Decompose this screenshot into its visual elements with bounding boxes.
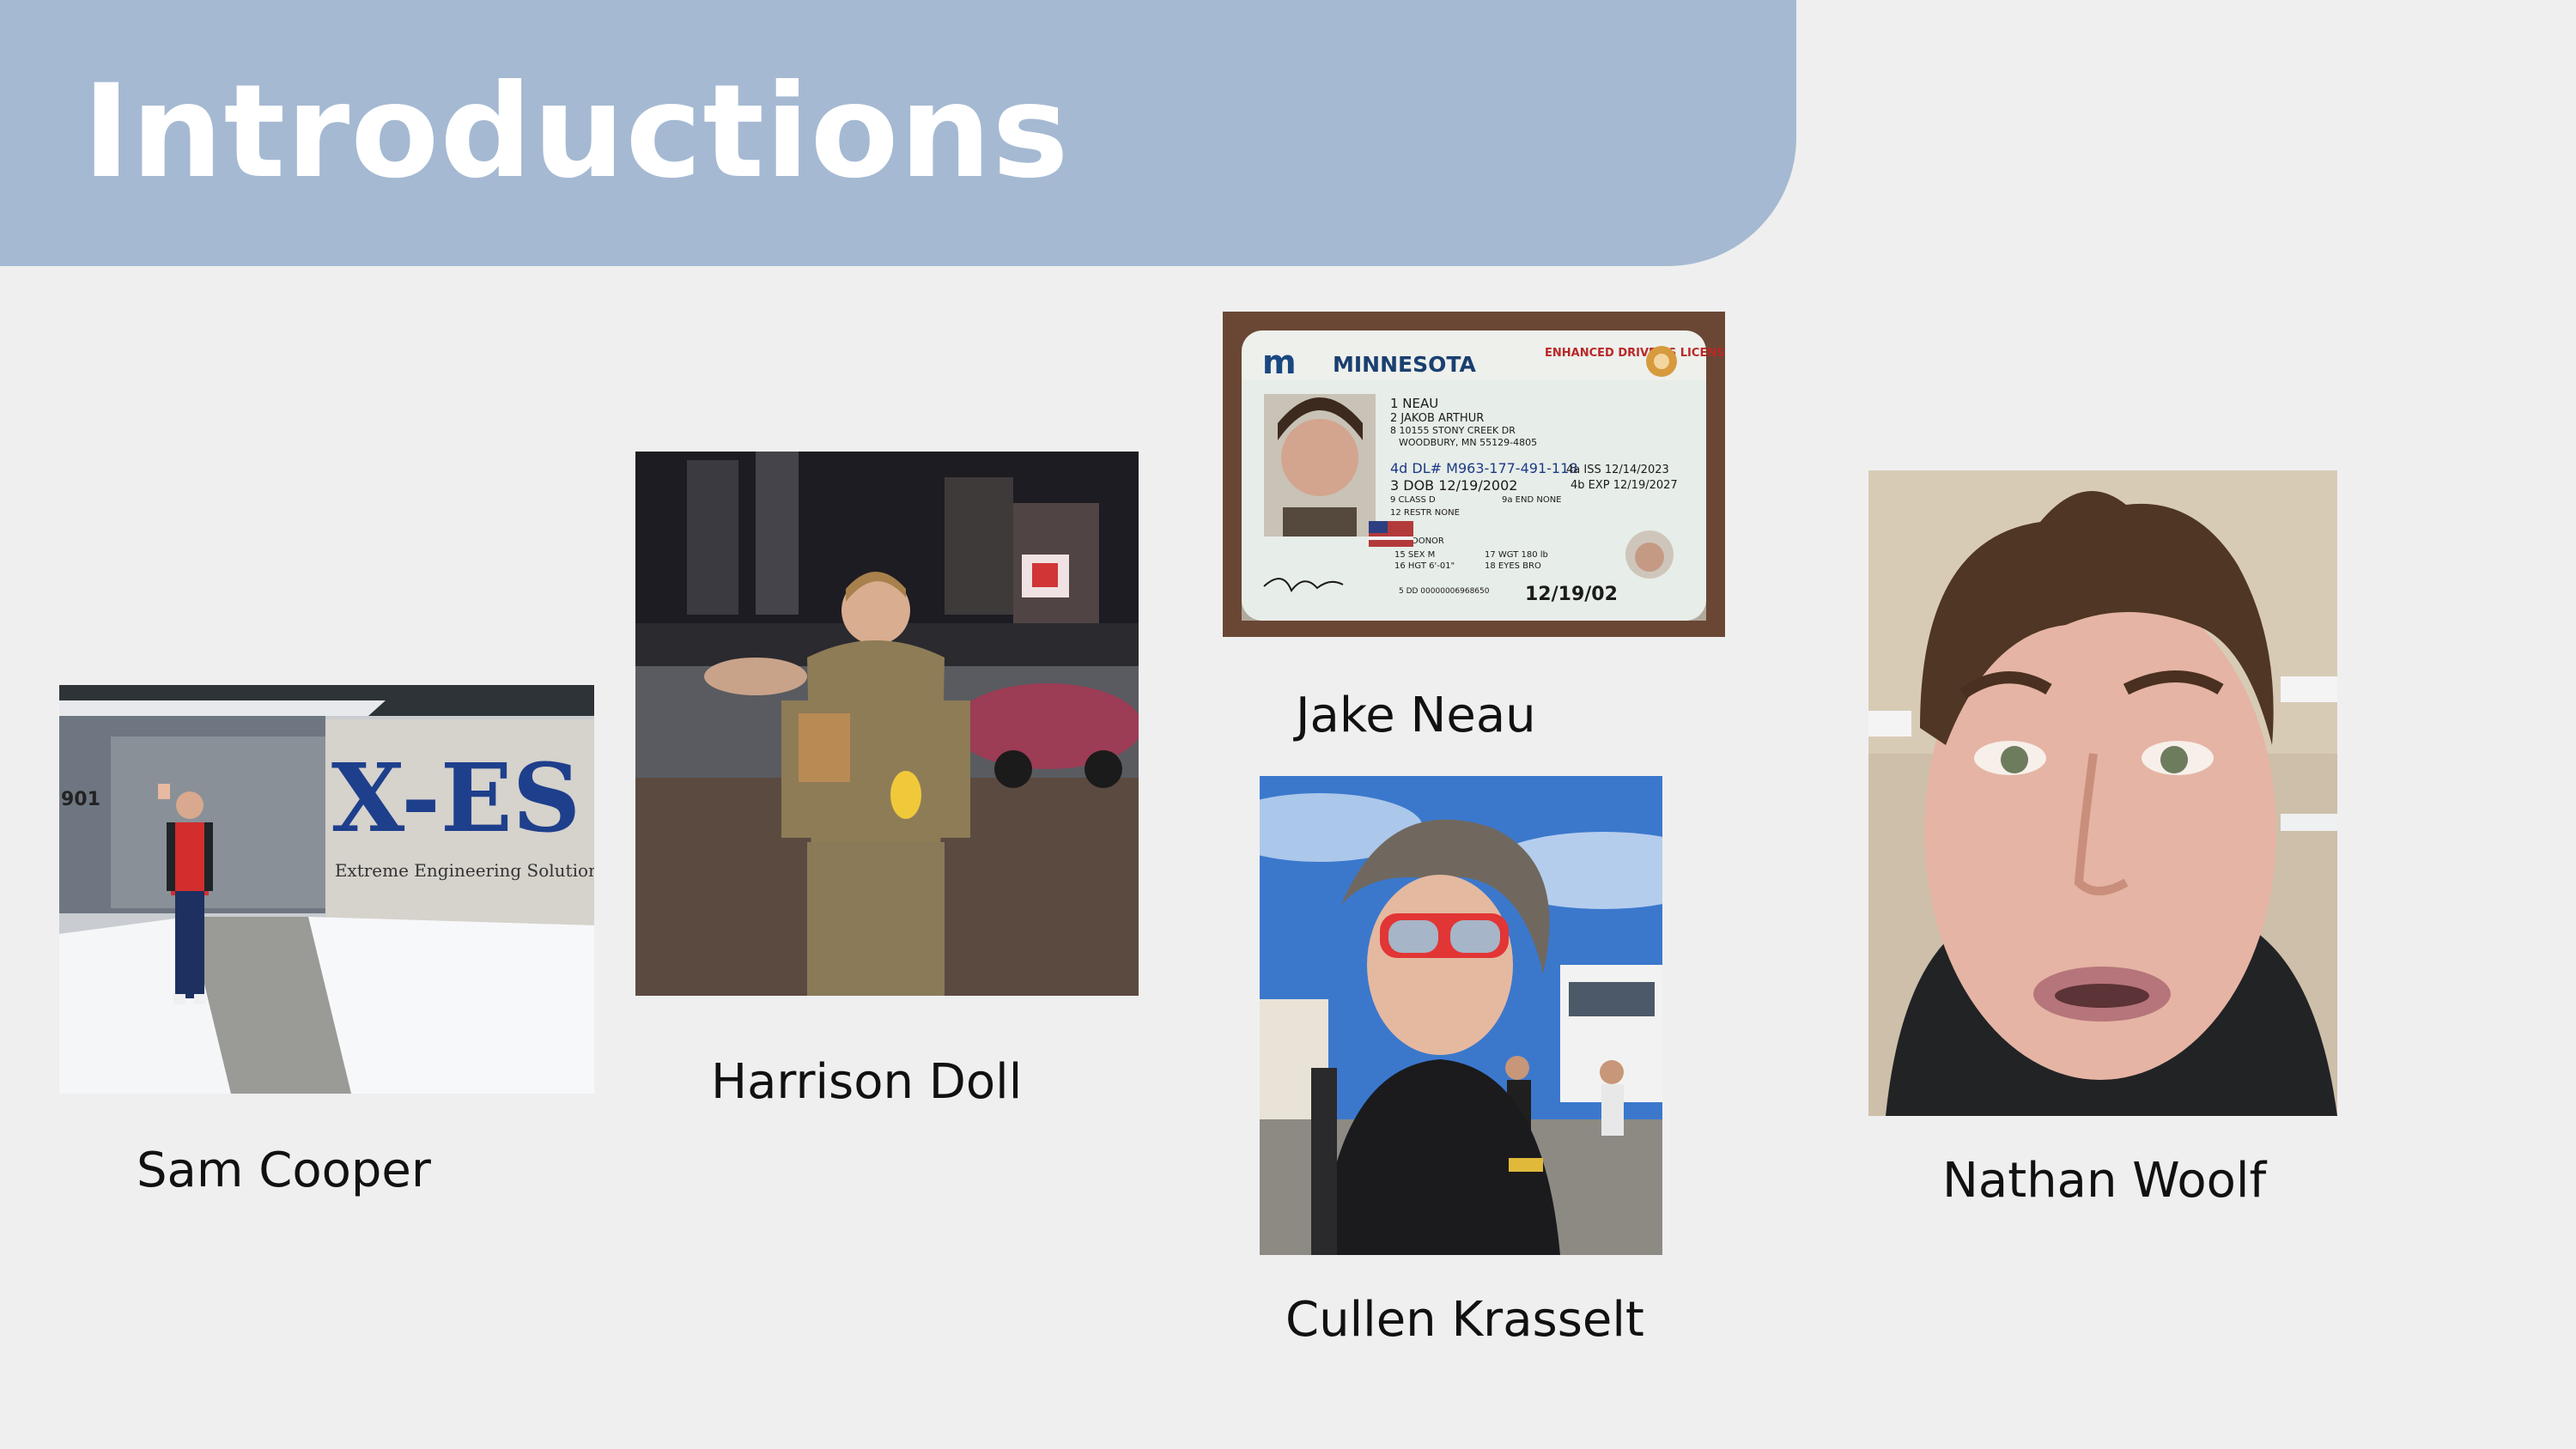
id-wgt: 17 WGT 180 lb [1485, 550, 1548, 560]
id-donor: DONOR [1412, 537, 1444, 546]
photo-jake-neau-id: m MINNESOTA ENHANCED DRIVER'S LICENSE 1 … [1223, 312, 1725, 637]
id-dd: 5 DD 00000006968650 [1399, 587, 1490, 596]
id-big-dob: 12/19/02 [1525, 584, 1618, 605]
id-dl-number: 4d DL# M963-177-491-118 [1390, 460, 1577, 476]
name-jake-neau: Jake Neau [1296, 688, 1536, 743]
id-exp: 4b EXP 12/19/2027 [1571, 479, 1678, 492]
id-line-2: 2 JAKOB ARTHUR [1390, 412, 1484, 425]
svg-text:m: m [1262, 343, 1297, 381]
photo-harrison-doll [635, 452, 1139, 996]
id-line-4: WOODBURY, MN 55129-4805 [1399, 437, 1537, 448]
photo-nathan-woolf [1868, 470, 2337, 1116]
id-line-1: 1 NEAU [1390, 396, 1438, 411]
title-banner: Introductions [0, 0, 1796, 266]
id-license-type: ENHANCED DRIVER'S LICENSE [1545, 347, 1725, 360]
id-restr: 12 RESTR NONE [1390, 508, 1460, 518]
id-line-3: 8 10155 STONY CREEK DR [1390, 425, 1516, 436]
building-number: 901 [61, 789, 100, 810]
photo-sam-cooper: X-ES Extreme Engineering Solutions 901 [59, 685, 594, 1094]
id-eyes: 18 EYES BRO [1485, 561, 1541, 571]
id-class: 9 CLASS D [1390, 495, 1436, 505]
id-dob: 3 DOB 12/19/2002 [1390, 477, 1517, 494]
photo-cullen-krasselt [1260, 776, 1662, 1255]
xes-sign-caption: Extreme Engineering Solutions [335, 860, 594, 881]
id-sex: 15 SEX M [1394, 550, 1435, 560]
slide-title: Introductions [82, 58, 1070, 207]
id-hgt: 16 HGT 6'-01" [1394, 561, 1455, 571]
name-nathan-woolf: Nathan Woolf [1942, 1153, 2267, 1209]
id-state: MINNESOTA [1333, 352, 1476, 377]
name-cullen-krasselt: Cullen Krasselt [1285, 1292, 1644, 1348]
xes-sign-logo: X-ES [331, 743, 580, 853]
id-iss: 4a ISS 12/14/2023 [1566, 464, 1669, 476]
name-harrison-doll: Harrison Doll [711, 1054, 1023, 1110]
id-end: 9a END NONE [1502, 495, 1562, 505]
name-sam-cooper: Sam Cooper [137, 1143, 431, 1198]
